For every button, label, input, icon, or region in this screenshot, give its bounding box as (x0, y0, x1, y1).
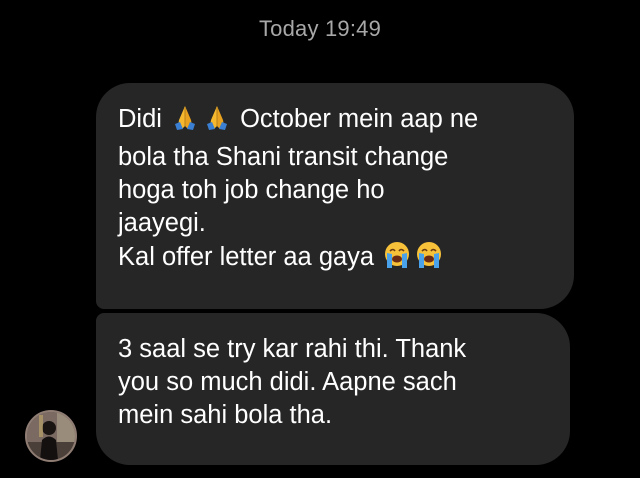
folded-hands-icon (170, 102, 200, 141)
avatar-photo (27, 412, 75, 460)
message-text: 3 saal se try kar rahi thi. Thank (118, 335, 467, 363)
message-line: 3 saal se try kar rahi thi. Thank (118, 333, 546, 366)
message-line: you so much didi. Aapne sach (118, 366, 546, 399)
folded-hands-icon (202, 102, 232, 141)
message-line: jaayegi. (118, 207, 550, 240)
message-text: bola tha Shani transit change (118, 143, 449, 171)
message-timestamp: Today 19:49 (258, 16, 382, 41)
message-line: bola tha Shani transit change (118, 141, 550, 174)
message-text: mein sahi bola tha. (118, 401, 333, 429)
message-text: you so much didi. Aapne sach (118, 368, 457, 396)
message-line: mein sahi bola tha. (118, 399, 546, 432)
message-line: Didi October mein aap ne (118, 102, 550, 141)
loudly-crying-face-icon (414, 240, 444, 279)
message-text: Didi (118, 105, 170, 133)
message-bubble[interactable]: 3 saal se try kar rahi thi. Thank you so … (96, 313, 570, 465)
sender-avatar[interactable] (25, 410, 77, 462)
message-line: hoga toh job change ho (118, 174, 550, 207)
message-bubble[interactable]: Didi October mein aap ne bola tha Shani t… (96, 83, 574, 309)
chat-screen: Today 19:49 Didi October mein aap ne bola… (0, 0, 640, 478)
message-text: jaayegi. (118, 209, 206, 237)
message-text: Kal offer letter aa gaya (118, 243, 382, 271)
message-text: October mein aap ne (233, 105, 479, 133)
message-line: Kal offer letter aa gaya (118, 240, 550, 279)
message-text: hoga toh job change ho (118, 176, 385, 204)
loudly-crying-face-icon (382, 240, 412, 279)
